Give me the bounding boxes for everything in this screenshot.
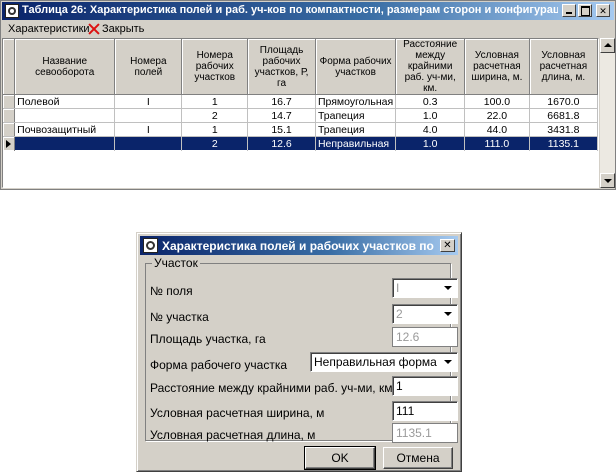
table-row[interactable]: Полевой I 1 16.7 Прямоугольная 0.3 100.0… — [3, 94, 598, 109]
scroll-up-arrow-icon[interactable] — [600, 38, 615, 53]
header-length[interactable]: Условная расчетная длина, м. — [529, 39, 598, 95]
cell-area[interactable]: 12.6 — [247, 136, 316, 151]
distance-input[interactable]: 1 — [392, 376, 458, 396]
ok-button[interactable]: OK — [304, 446, 376, 470]
field-number-combo[interactable]: I — [392, 278, 458, 298]
table-row[interactable]: Почвозащитный I 1 15.1 Трапеция 4.0 44.0… — [3, 122, 598, 137]
characteristics-dialog: Характеристика полей и рабочих участков … — [136, 232, 462, 472]
width-label: Условная расчетная ширина, м — [150, 406, 325, 420]
header-plot-numbers[interactable]: Номера рабочих участков — [181, 39, 249, 95]
close-window-button[interactable] — [596, 4, 610, 17]
cell-field[interactable]: I — [114, 94, 183, 109]
vertical-scrollbar[interactable] — [600, 38, 615, 188]
plot-number-label: № участка — [150, 310, 209, 324]
cell-distance[interactable]: 1.0 — [395, 136, 466, 151]
characteristics-button[interactable]: Характеристики — [8, 23, 90, 36]
cell-shape[interactable]: Трапеция — [315, 122, 397, 137]
cell-area[interactable]: 14.7 — [247, 108, 316, 123]
cell-shape[interactable]: Неправильная — [315, 136, 397, 151]
header-indicator — [3, 39, 16, 95]
shape-combo[interactable]: Неправильная форма — [310, 352, 458, 372]
cell-width[interactable]: 44.0 — [464, 122, 530, 137]
cell-field[interactable] — [114, 136, 183, 151]
cell-width[interactable]: 111.0 — [464, 136, 530, 151]
row-indicator[interactable] — [3, 136, 16, 151]
table-window: Таблица 26: Характеристика полей и раб. … — [0, 0, 616, 190]
header-plot-shape[interactable]: Форма рабочих участков — [315, 39, 397, 95]
cell-rotation[interactable]: Полевой — [14, 94, 116, 109]
scroll-down-arrow-icon[interactable] — [600, 173, 615, 188]
group-label: Участок — [152, 256, 200, 270]
cell-length[interactable]: 6681.8 — [529, 108, 598, 123]
cell-length[interactable]: 1135.1 — [529, 136, 598, 151]
cell-rotation[interactable]: Почвозащитный — [14, 122, 116, 137]
grid-header-row: Название севооборота Номера полей Номера… — [3, 39, 598, 95]
area-field: 12.6 — [392, 327, 458, 347]
grid-table: Название севооборота Номера полей Номера… — [3, 39, 598, 151]
window-titlebar[interactable]: Таблица 26: Характеристика полей и раб. … — [2, 2, 614, 20]
field-number-label: № поля — [150, 284, 193, 298]
dropdown-arrow-icon[interactable] — [440, 354, 456, 370]
cell-shape[interactable]: Трапеция — [315, 108, 397, 123]
plot-groupbox: Участок № поля I № участка 2 Площадь уча… — [145, 256, 458, 443]
close-button[interactable]: Закрыть — [88, 23, 144, 36]
close-x-icon — [88, 23, 100, 35]
header-plot-area[interactable]: Площадь рабочих участков, Р, га — [247, 39, 316, 95]
cell-area[interactable]: 16.7 — [247, 94, 316, 109]
row-indicator[interactable] — [3, 94, 16, 109]
header-rotation-name[interactable]: Название севооборота — [14, 39, 116, 95]
cell-width[interactable]: 22.0 — [464, 108, 530, 123]
shape-label: Форма рабочего участка — [150, 358, 288, 372]
plot-number-value: 2 — [396, 307, 403, 321]
field-number-value: I — [396, 281, 400, 295]
window-title: Таблица 26: Характеристика полей и раб. … — [22, 4, 558, 16]
close-button-label: Закрыть — [102, 23, 145, 35]
cell-distance[interactable]: 1.0 — [395, 108, 466, 123]
data-grid[interactable]: Название севооборота Номера полей Номера… — [2, 38, 599, 188]
row-indicator[interactable] — [3, 108, 16, 123]
area-label: Площадь участка, га — [150, 332, 266, 346]
cell-plot[interactable]: 1 — [181, 94, 249, 109]
table-row[interactable]: 2 14.7 Трапеция 1.0 22.0 6681.8 — [3, 108, 598, 123]
dialog-titlebar[interactable]: Характеристика полей и рабочих участков … — [140, 236, 458, 255]
minimize-button[interactable] — [562, 4, 576, 17]
cell-area[interactable]: 15.1 — [247, 122, 316, 137]
cell-shape[interactable]: Прямоугольная — [315, 94, 397, 109]
cell-distance[interactable]: 4.0 — [395, 122, 466, 137]
table-row-selected[interactable]: 2 12.6 Неправильная 1.0 111.0 1135.1 — [3, 136, 598, 151]
cell-rotation[interactable] — [14, 136, 116, 151]
cell-width[interactable]: 100.0 — [464, 94, 530, 109]
maximize-button[interactable] — [578, 4, 592, 17]
length-label: Условная расчетная длина, м — [150, 428, 316, 442]
dropdown-arrow-icon[interactable] — [440, 280, 456, 296]
dialog-title: Характеристика полей и рабочих участков … — [162, 239, 436, 253]
width-input[interactable]: 111 — [392, 401, 458, 421]
header-field-numbers[interactable]: Номера полей — [114, 39, 183, 95]
cell-plot[interactable]: 2 — [181, 136, 249, 151]
dialog-app-icon — [143, 238, 158, 253]
cell-rotation[interactable] — [14, 108, 116, 123]
header-distance[interactable]: Расстояние между крайними раб. уч-ми, км… — [395, 39, 466, 95]
current-row-arrow-icon — [6, 139, 11, 148]
dropdown-arrow-icon[interactable] — [440, 306, 456, 322]
cell-length[interactable]: 1670.0 — [529, 94, 598, 109]
row-indicator[interactable] — [3, 122, 16, 137]
cell-field[interactable] — [114, 108, 183, 123]
app-icon — [5, 4, 19, 18]
header-width[interactable]: Условная расчетная ширина, м. — [464, 39, 530, 95]
toolbar: Характеристики Закрыть — [2, 21, 614, 38]
shape-value: Неправильная форма — [314, 355, 437, 369]
cell-distance[interactable]: 0.3 — [395, 94, 466, 109]
cancel-button[interactable]: Отмена — [383, 447, 453, 469]
plot-number-combo[interactable]: 2 — [392, 304, 458, 324]
cell-length[interactable]: 3431.8 — [529, 122, 598, 137]
cell-plot[interactable]: 2 — [181, 108, 249, 123]
length-field: 1135.1 — [392, 423, 458, 443]
dialog-close-button[interactable] — [440, 239, 455, 252]
distance-label: Расстояние между крайними раб. уч-ми, км — [150, 381, 393, 395]
cell-plot[interactable]: 1 — [181, 122, 249, 137]
cell-field[interactable]: I — [114, 122, 183, 137]
